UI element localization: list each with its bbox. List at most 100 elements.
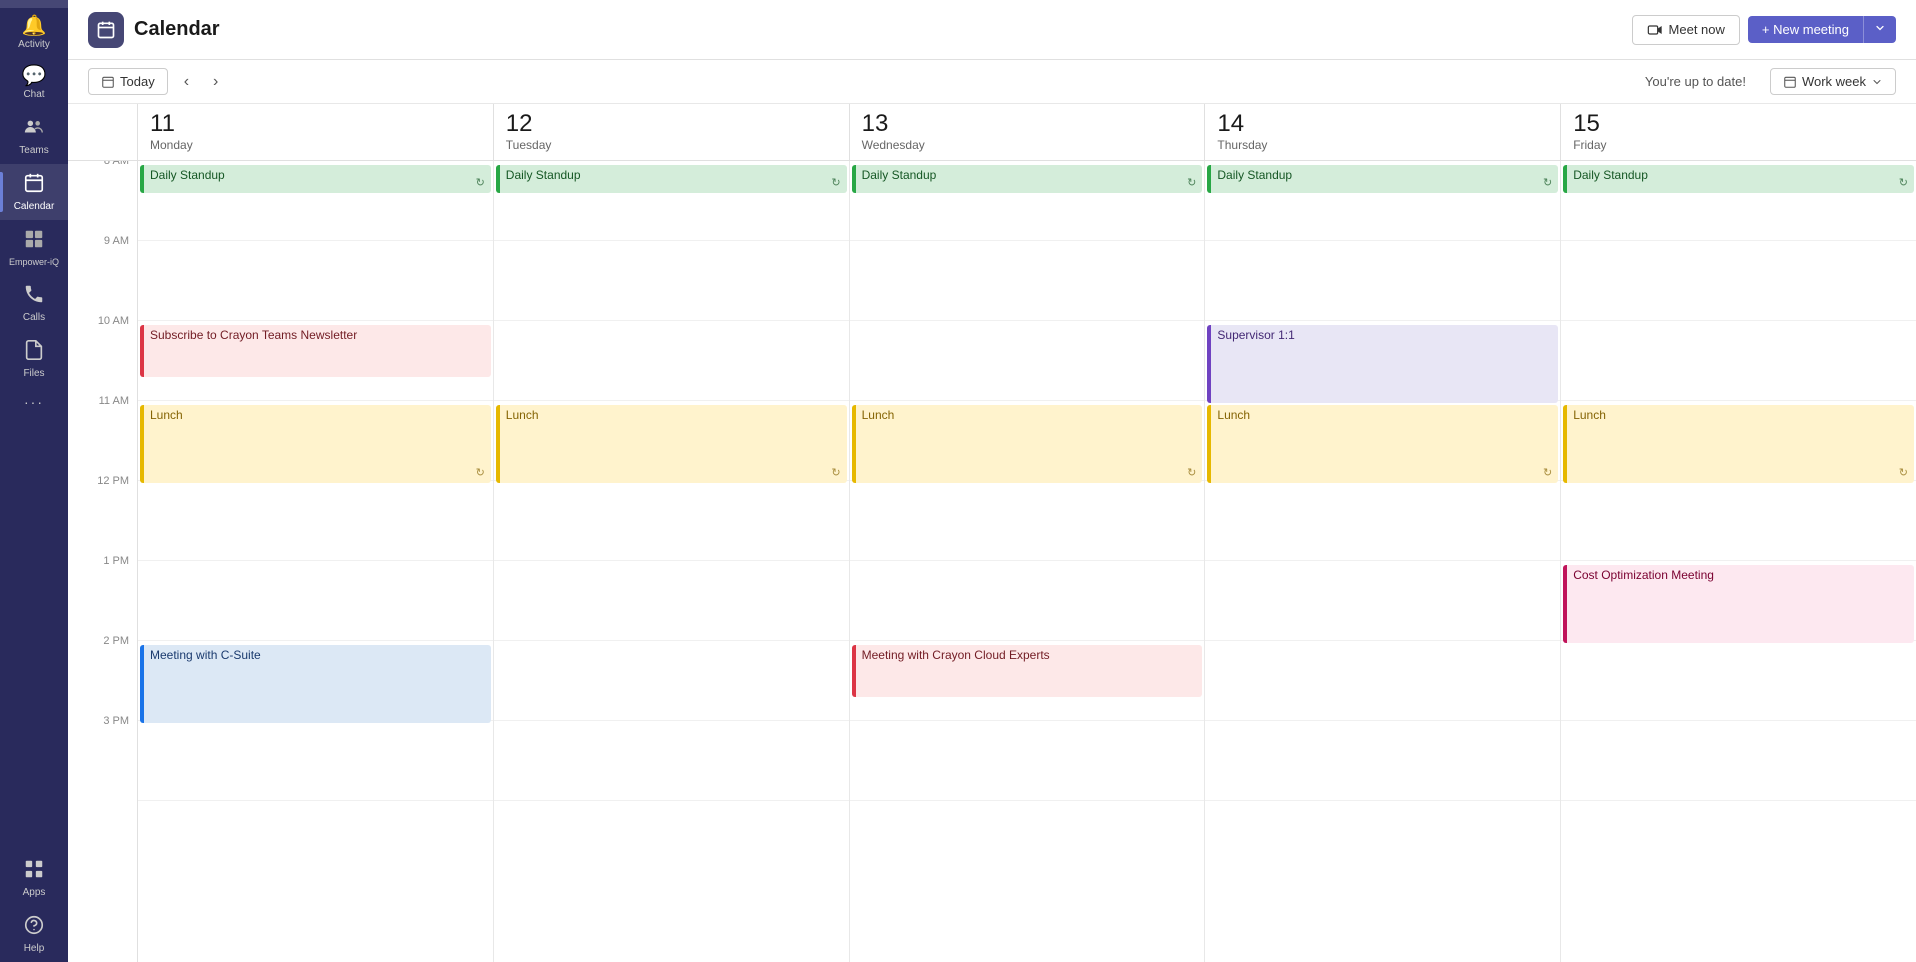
up-to-date-text: You're up to date!: [1645, 74, 1746, 89]
new-meeting-dropdown-button[interactable]: [1863, 16, 1896, 43]
day-columns: Daily Standup ↻ Subscribe to Crayon Team…: [138, 161, 1916, 962]
event-daily-standup-wed[interactable]: Daily Standup ↻: [852, 165, 1203, 193]
calendar-nav: Today ‹ › You're up to date! Work week: [68, 60, 1916, 104]
sidebar: 🔔 Activity 💬 Chat Teams Calendar: [0, 0, 68, 962]
sidebar-item-teams[interactable]: Teams: [0, 108, 68, 164]
event-title: Lunch: [1573, 408, 1606, 422]
hour-cell-wed-10: [850, 321, 1205, 401]
sidebar-top-bar: [0, 0, 68, 8]
event-subscribe-crayon[interactable]: Subscribe to Crayon Teams Newsletter: [140, 325, 491, 377]
day-number-mon: 11: [150, 112, 481, 136]
event-daily-standup-tue[interactable]: Daily Standup ↻: [496, 165, 847, 193]
hour-cell-tue-2: [494, 641, 849, 721]
day-col-wed: Daily Standup ↻ Lunch ↻ Meeting with Cra…: [850, 161, 1206, 962]
event-title: Daily Standup: [1217, 168, 1292, 182]
event-meeting-crayon-cloud[interactable]: Meeting with Crayon Cloud Experts: [852, 645, 1203, 697]
files-icon: [23, 339, 45, 365]
today-label: Today: [120, 74, 155, 89]
event-lunch-thu[interactable]: Lunch ↻: [1207, 405, 1558, 483]
sidebar-item-empower-iq[interactable]: Empower-iQ: [0, 220, 68, 275]
calendar-today-icon: [101, 75, 115, 89]
time-label-12pm: 12 PM: [68, 475, 137, 555]
meet-now-button[interactable]: Meet now: [1632, 15, 1740, 45]
calendar-container: 11 Monday 12 Tuesday 13 Wednesday 14 Thu…: [68, 104, 1916, 962]
sidebar-item-files[interactable]: Files: [0, 331, 68, 387]
hour-cell-thu-1: [1205, 561, 1560, 641]
hour-cell-tue-1: [494, 561, 849, 641]
sidebar-label-apps: Apps: [23, 887, 46, 898]
event-title: Subscribe to Crayon Teams Newsletter: [150, 328, 357, 342]
sidebar-label-calls: Calls: [23, 312, 45, 323]
event-cost-optimization[interactable]: Cost Optimization Meeting: [1563, 565, 1914, 643]
repeat-icon: ↻: [1899, 176, 1908, 189]
sidebar-label-empower-iq: Empower-iQ: [9, 257, 59, 267]
time-label-8am: 8 AM: [68, 155, 137, 235]
time-slots-area: 8 AM 9 AM 10 AM 11 AM 12 PM 1 PM 2 PM 3 …: [68, 161, 1916, 962]
repeat-icon: ↻: [1543, 176, 1552, 189]
empower-iq-icon: [23, 228, 45, 254]
time-label-2pm: 2 PM: [68, 635, 137, 715]
today-button[interactable]: Today: [88, 68, 168, 95]
calendar-app-icon: [88, 12, 124, 48]
event-daily-standup-fri[interactable]: Daily Standup ↻: [1563, 165, 1914, 193]
day-header-thu: 14 Thursday: [1205, 104, 1561, 160]
next-button[interactable]: ›: [205, 69, 226, 95]
calendar-view-icon: [1783, 75, 1797, 89]
day-name-mon: Monday: [150, 138, 481, 152]
sidebar-item-more[interactable]: ···: [0, 387, 68, 417]
repeat-icon: ↻: [1899, 466, 1908, 479]
new-meeting-button[interactable]: + New meeting: [1748, 16, 1863, 43]
hour-cell-thu-3: [1205, 721, 1560, 801]
hour-cell-tue-10: [494, 321, 849, 401]
hour-cell-thu-12: [1205, 481, 1560, 561]
hour-cell-mon-1: [138, 561, 493, 641]
new-meeting-label: + New meeting: [1762, 22, 1849, 37]
event-lunch-tue[interactable]: Lunch ↻: [496, 405, 847, 483]
event-title: Lunch: [1217, 408, 1250, 422]
hour-cell-fri-9: [1561, 241, 1916, 321]
sidebar-label-calendar: Calendar: [14, 201, 55, 212]
event-title: Cost Optimization Meeting: [1573, 568, 1714, 582]
day-col-mon: Daily Standup ↻ Subscribe to Crayon Team…: [138, 161, 494, 962]
sidebar-item-apps[interactable]: Apps: [0, 850, 68, 906]
repeat-icon: ↻: [1187, 466, 1196, 479]
event-supervisor-1on1[interactable]: Supervisor 1:1: [1207, 325, 1558, 403]
apps-icon: [23, 858, 45, 884]
event-lunch-fri[interactable]: Lunch ↻: [1563, 405, 1914, 483]
app-header: Calendar Meet now + New meeting: [68, 0, 1916, 60]
sidebar-label-chat: Chat: [23, 89, 44, 100]
event-lunch-wed[interactable]: Lunch ↻: [852, 405, 1203, 483]
hour-cell-wed-3: [850, 721, 1205, 801]
sidebar-item-calls[interactable]: Calls: [0, 275, 68, 331]
chat-icon: 💬: [22, 66, 47, 86]
event-daily-standup-mon[interactable]: Daily Standup ↻: [140, 165, 491, 193]
hour-cell-tue-9: [494, 241, 849, 321]
hour-cell-tue-12: [494, 481, 849, 561]
day-header-mon: 11 Monday: [138, 104, 494, 160]
sidebar-item-calendar[interactable]: Calendar: [0, 164, 68, 220]
event-title: Daily Standup: [862, 168, 937, 182]
time-label-1pm: 1 PM: [68, 555, 137, 635]
day-col-tue: Daily Standup ↻ Lunch ↻: [494, 161, 850, 962]
sidebar-item-help[interactable]: Help: [0, 906, 68, 962]
repeat-icon: ↻: [476, 466, 485, 479]
day-number-tue: 12: [506, 112, 837, 136]
event-meeting-csuite[interactable]: Meeting with C-Suite: [140, 645, 491, 723]
day-number-fri: 15: [1573, 112, 1904, 136]
event-title: Daily Standup: [1573, 168, 1648, 182]
calendar-icon: [23, 172, 45, 198]
event-title: Lunch: [862, 408, 895, 422]
sidebar-item-activity[interactable]: 🔔 Activity: [0, 8, 68, 58]
event-lunch-mon[interactable]: Lunch ↻: [140, 405, 491, 483]
work-week-button[interactable]: Work week: [1770, 68, 1896, 95]
work-week-label: Work week: [1802, 74, 1866, 89]
event-title: Daily Standup: [506, 168, 581, 182]
event-daily-standup-thu[interactable]: Daily Standup ↻: [1207, 165, 1558, 193]
day-col-thu: Daily Standup ↻ Supervisor 1:1 Lunch ↻: [1205, 161, 1561, 962]
sidebar-item-chat[interactable]: 💬 Chat: [0, 58, 68, 108]
hour-cell-wed-9: [850, 241, 1205, 321]
prev-button[interactable]: ‹: [176, 69, 197, 95]
repeat-icon: ↻: [831, 466, 840, 479]
repeat-icon: ↻: [1187, 176, 1196, 189]
event-title: Lunch: [150, 408, 183, 422]
